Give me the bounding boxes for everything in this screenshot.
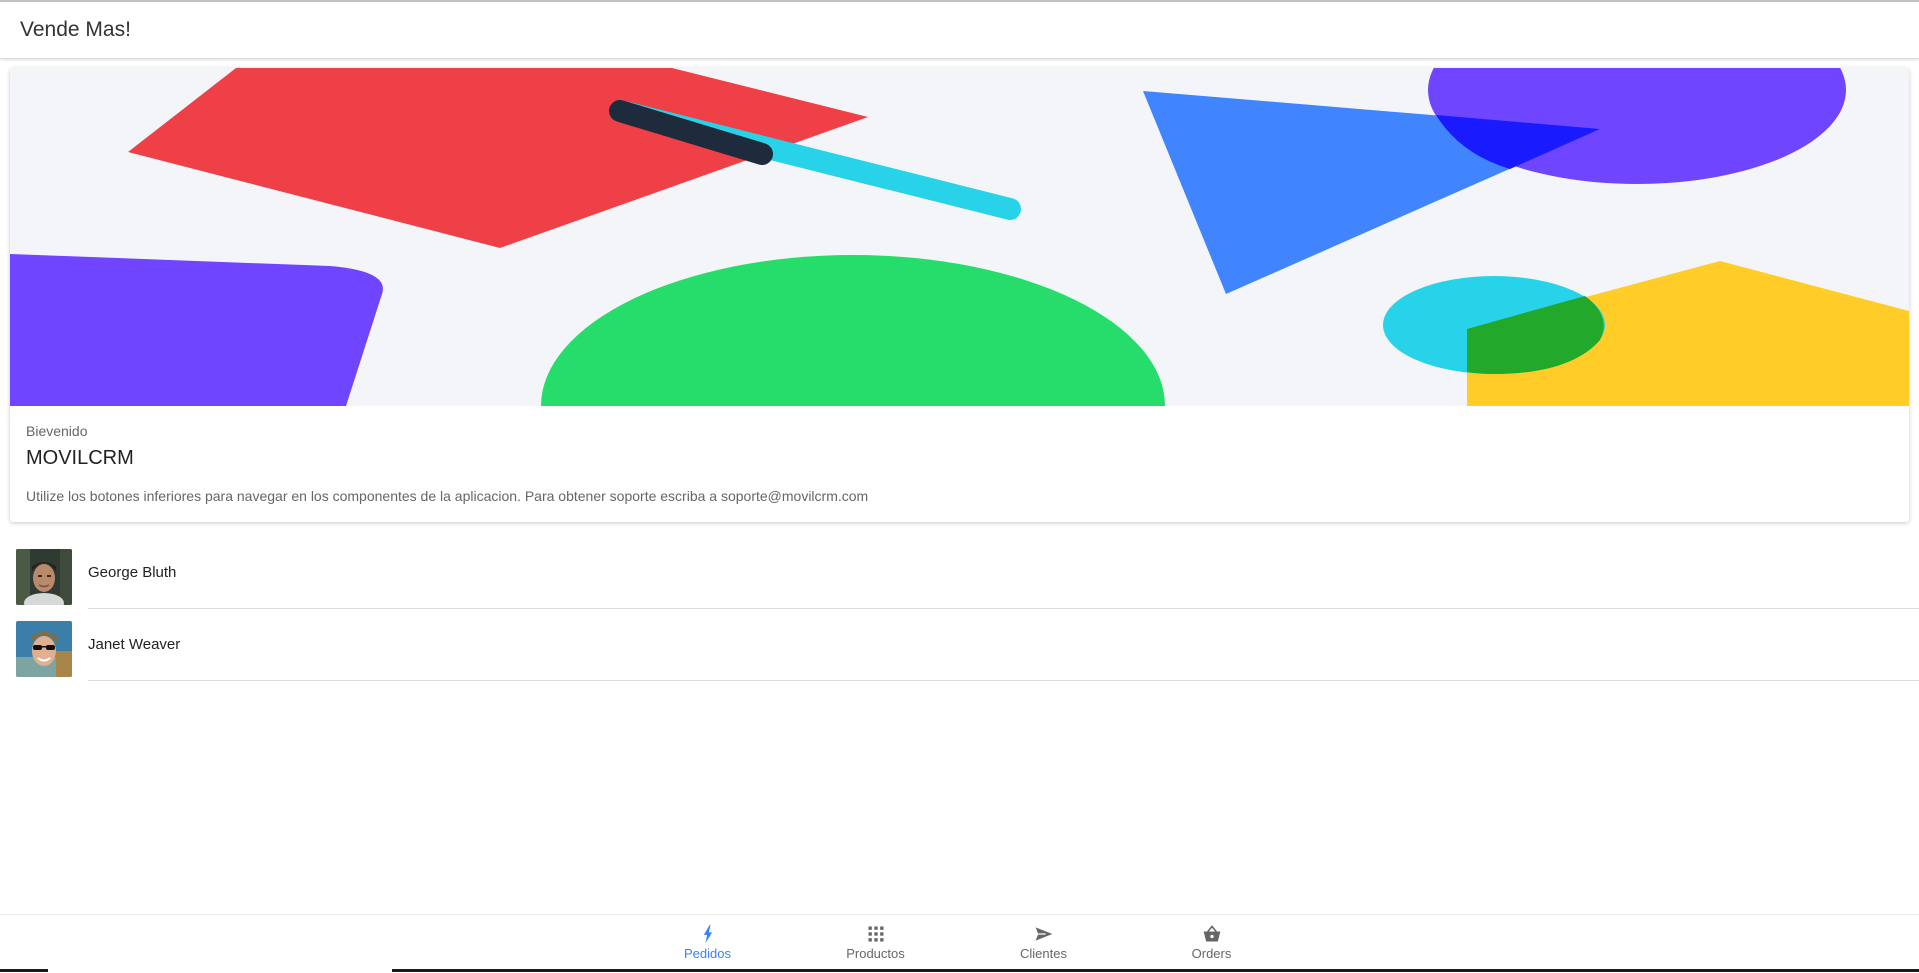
app-toolbar: Vende Mas! xyxy=(0,2,1919,59)
tab-orders[interactable]: Orders xyxy=(1128,915,1296,970)
avatar-janet-image xyxy=(16,621,72,677)
app-title: Vende Mas! xyxy=(20,18,131,41)
contact-name: Janet Weaver xyxy=(88,636,181,653)
card-banner-image xyxy=(10,68,1909,406)
avatar xyxy=(16,621,72,677)
banner-shapes-illustration xyxy=(10,68,1909,406)
bottom-tab-bar: Pedidos Productos Clientes Orders xyxy=(0,914,1919,970)
bottom-strip-segment xyxy=(392,969,1919,972)
basket-icon xyxy=(1203,925,1220,942)
avatar xyxy=(16,549,72,605)
list-item[interactable]: George Bluth xyxy=(0,537,1919,609)
tab-label: Orders xyxy=(1191,946,1232,961)
tab-pedidos[interactable]: Pedidos xyxy=(624,915,792,970)
banner-shape-purple-left xyxy=(10,254,383,406)
tab-label: Pedidos xyxy=(684,946,731,961)
send-icon xyxy=(1035,927,1052,941)
banner-shape-green xyxy=(541,255,1165,406)
tab-productos[interactable]: Productos xyxy=(792,915,960,970)
card-subtitle: Bievenido xyxy=(26,423,88,439)
tab-label: Clientes xyxy=(1020,946,1067,961)
card-title: MOVILCRM xyxy=(26,447,134,469)
window-bottom-strip xyxy=(0,969,1919,973)
flash-icon xyxy=(703,924,712,944)
contact-name: George Bluth xyxy=(88,564,177,581)
welcome-card: Bievenido MOVILCRM Utilize los botones i… xyxy=(10,68,1909,522)
contacts-list: George Bluth Janet Weaver xyxy=(0,537,1919,681)
card-content-text: Utilize los botones inferiores para nave… xyxy=(26,488,869,504)
avatar-george-image xyxy=(16,549,72,605)
list-item[interactable]: Janet Weaver xyxy=(0,609,1919,681)
list-divider xyxy=(88,680,1919,681)
apps-grid-icon xyxy=(868,926,883,942)
bottom-strip-segment xyxy=(0,969,48,972)
tab-label: Productos xyxy=(846,946,905,961)
tab-clientes[interactable]: Clientes xyxy=(960,915,1128,970)
